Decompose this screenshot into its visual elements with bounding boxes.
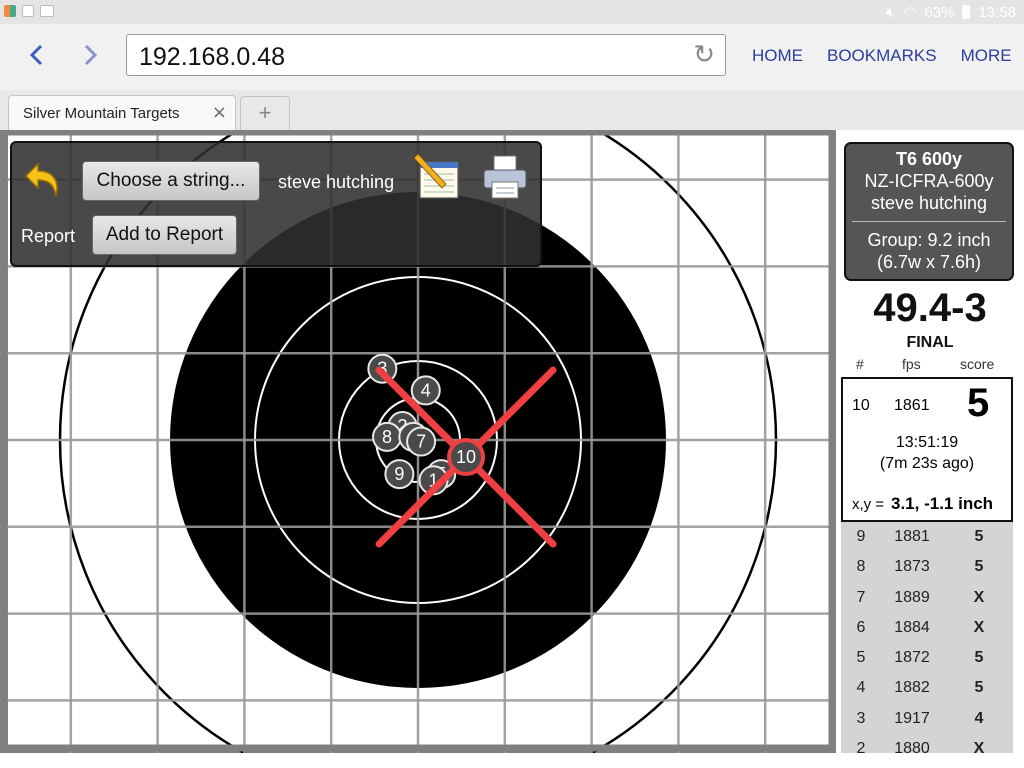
undo-arrow-icon: [24, 162, 58, 197]
xy-value: 3.1, -1.1 inch: [891, 494, 994, 513]
shot-num: 6: [856, 618, 866, 636]
image-icon: [22, 5, 34, 17]
shot-fps: 1882: [894, 679, 930, 697]
shot-row[interactable]: 2 1880 X: [841, 734, 1013, 753]
target-name: T6 600y: [895, 149, 963, 169]
battery-percent: 63%: [924, 3, 955, 21]
total-score: 49.4-3: [873, 286, 987, 330]
more-link[interactable]: MORE: [961, 46, 1012, 66]
xy-label: x,y =: [852, 496, 885, 513]
notification-icons: [4, 5, 54, 17]
shot-fps: 1880: [894, 740, 930, 753]
chevron-right-icon: [84, 44, 98, 66]
report-label: Report: [21, 226, 76, 246]
back-button[interactable]: [22, 40, 52, 70]
target-info-card: T6 600y NZ-ICFRA-600y steve hutching Gro…: [844, 142, 1014, 281]
tab-bar: Silver Mountain Targets × +: [0, 90, 1024, 131]
shooter-name: steve hutching: [278, 172, 395, 192]
browser-toolbar: 192.168.0.48 ↻ HOME BOOKMARKS MORE: [0, 24, 1024, 90]
tab-title: Silver Mountain Targets: [23, 105, 180, 122]
shot-row[interactable]: 5 1872 5: [841, 643, 1013, 673]
app-grid-icon: [4, 5, 16, 17]
bottom-strip: [0, 753, 1024, 768]
shot-num: 9: [856, 528, 866, 545]
shot-label: 8: [382, 427, 392, 447]
home-link[interactable]: HOME: [752, 46, 803, 66]
shot-num: 2: [856, 740, 866, 753]
shot-score: X: [973, 740, 985, 753]
wifi-icon: ◠: [903, 3, 917, 21]
shot-num: 3: [856, 709, 866, 727]
shot-row[interactable]: 8 1873 5: [841, 552, 1013, 582]
status-indicators: 🔇︎ ◠ 63% 13:58: [886, 3, 1016, 21]
status-bar: 🔇︎ ◠ 63% 13:58: [0, 0, 1024, 24]
shot-fps: 1889: [894, 588, 930, 606]
shot-row[interactable]: 9 1881 5: [841, 522, 1013, 552]
mute-icon: 🔇︎: [885, 3, 896, 21]
col-num: #: [856, 356, 864, 372]
address-bar[interactable]: 192.168.0.48 ↻: [126, 34, 726, 76]
notepad-icon[interactable]: [413, 152, 464, 202]
col-score: score: [960, 356, 995, 372]
shot-list[interactable]: 9 1881 5 8 1873 5 7 1889 X 6 1884 X 5 1872 5 4 1882 5 3 191…: [841, 522, 1013, 753]
shot-fps: 1881: [894, 528, 930, 545]
printer-svg: [483, 155, 527, 199]
shot-label: 9: [394, 464, 404, 484]
shot-score: 5: [974, 528, 984, 545]
discipline: NZ-ICFRA-600y: [864, 171, 994, 191]
battery-icon: [962, 5, 971, 19]
forward-button[interactable]: [75, 40, 105, 70]
shot-fps: 1917: [894, 709, 930, 727]
current-shot-time: 13:51:19: [895, 434, 959, 451]
shot-score: 5: [974, 679, 984, 697]
shot-score: X: [973, 618, 985, 636]
col-fps: fps: [902, 356, 921, 372]
message-icon: [40, 5, 54, 17]
printer-icon[interactable]: [480, 152, 530, 202]
group-dims: (6.7w x 7.6h): [876, 252, 982, 272]
shot-num: 8: [856, 558, 866, 576]
shot-score: 4: [974, 709, 984, 727]
tab-silver-mountain[interactable]: Silver Mountain Targets ×: [8, 95, 236, 131]
url-text: 192.168.0.48: [139, 43, 285, 71]
shot-row[interactable]: 6 1884 X: [841, 613, 1013, 643]
add-to-report-button[interactable]: Add to Report: [92, 215, 237, 255]
shot-label: 10: [456, 447, 476, 467]
shot-fps: 1872: [894, 649, 930, 667]
notepad-svg: [413, 153, 459, 199]
shot-score: X: [973, 588, 985, 606]
shot-row[interactable]: 4 1882 5: [841, 673, 1013, 703]
bookmarks-link[interactable]: BOOKMARKS: [827, 46, 937, 66]
shot-row[interactable]: 7 1889 X: [841, 583, 1013, 613]
current-shot-ago: (7m 23s ago): [879, 455, 975, 472]
shot-num: 4: [856, 679, 866, 697]
current-shot-fps: 1861: [894, 397, 930, 414]
current-shot-card[interactable]: 10 1861 5 13:51:19 (7m 23s ago) x,y = 3.…: [841, 377, 1013, 522]
final-label: FINAL: [906, 334, 954, 351]
shot-score: 5: [974, 558, 984, 576]
shot-num: 7: [856, 588, 866, 606]
shot-label: 7: [416, 432, 426, 452]
current-shot-score: 5: [967, 381, 990, 425]
reload-icon[interactable]: ↻: [693, 40, 715, 70]
shot-fps: 1873: [894, 558, 930, 576]
shot-fps: 1884: [894, 618, 930, 636]
info-divider: [852, 221, 1006, 222]
shot-label: 4: [421, 380, 431, 400]
new-tab-button[interactable]: +: [240, 96, 290, 130]
shot-row[interactable]: 3 1917 4: [841, 704, 1013, 734]
shot-score: 5: [974, 649, 984, 667]
undo-icon[interactable]: [22, 158, 66, 202]
close-icon[interactable]: ×: [212, 102, 227, 123]
current-shot-num: 10: [852, 397, 870, 414]
chevron-left-icon: [29, 44, 43, 66]
clock: 13:58: [978, 3, 1016, 21]
browser-menu: HOME BOOKMARKS MORE: [752, 46, 1012, 66]
info-shooter: steve hutching: [870, 193, 988, 213]
group-size: Group: 9.2 inch: [867, 230, 991, 250]
choose-string-button[interactable]: Choose a string...: [82, 161, 260, 201]
shot-num: 5: [856, 649, 866, 667]
